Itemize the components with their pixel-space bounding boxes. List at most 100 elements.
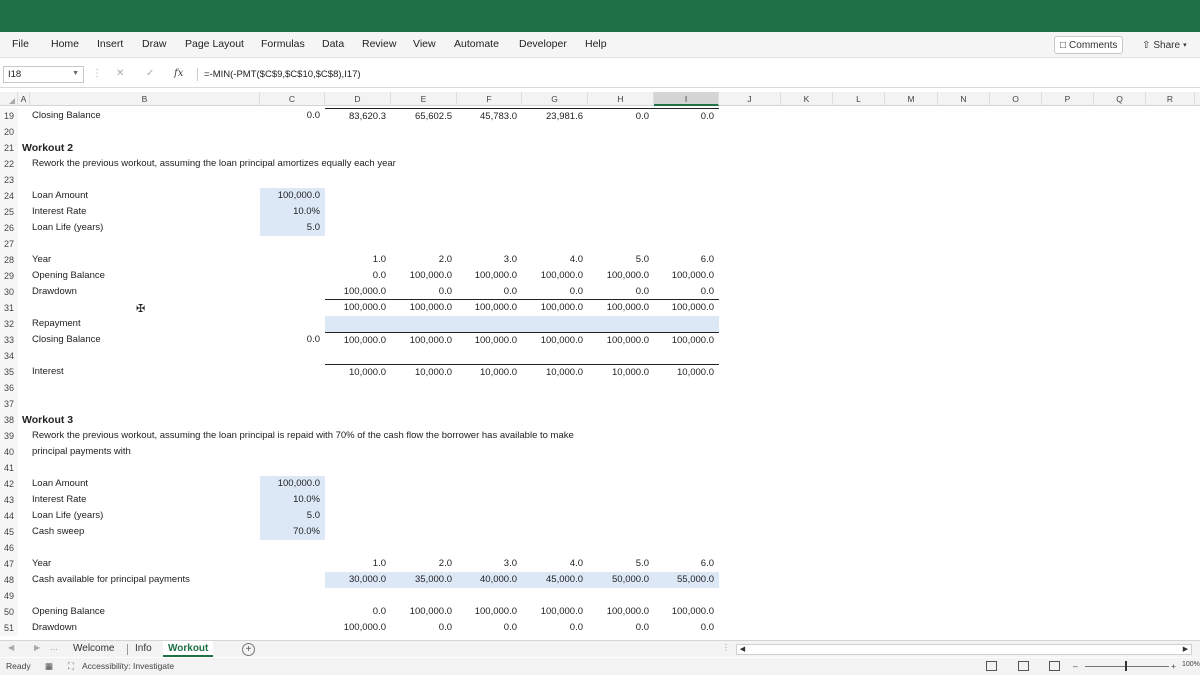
cash-available-cell[interactable]: 40,000.0 — [457, 572, 522, 588]
closing-balance-cell[interactable]: 100,000.0 — [325, 332, 391, 348]
row-header[interactable]: 34 — [0, 348, 18, 364]
closing-balance-g[interactable]: 23,981.6 — [522, 108, 588, 124]
opening-balance-cell[interactable]: 100,000.0 — [522, 268, 588, 284]
more-options-icon[interactable]: ⋮ — [722, 643, 730, 652]
loan-amount-input[interactable]: 100,000.0 — [260, 476, 325, 492]
menu-home[interactable]: Home — [51, 38, 79, 50]
loan-life-input[interactable]: 5.0 — [260, 508, 325, 524]
tab-welcome[interactable]: Welcome — [68, 641, 120, 657]
row-header[interactable]: 41 — [0, 460, 18, 476]
row-header[interactable]: 32 — [0, 316, 18, 332]
prev-sheet-icon[interactable]: ◀ — [8, 643, 14, 652]
interest-cell[interactable]: 10,000.0 — [325, 364, 391, 380]
drawdown-cell[interactable]: 0.0 — [654, 620, 719, 636]
year-cell[interactable]: 2.0 — [391, 252, 457, 268]
loan-life-input[interactable]: 5.0 — [260, 220, 325, 236]
opening-balance-cell[interactable]: 100,000.0 — [522, 604, 588, 620]
zoom-in-icon[interactable]: + — [1171, 661, 1176, 671]
cash-sweep-input[interactable]: 70.0% — [260, 524, 325, 540]
interest-cell[interactable]: 10,000.0 — [588, 364, 654, 380]
row-header[interactable]: 49 — [0, 588, 18, 604]
drawdown-cell[interactable]: 0.0 — [522, 284, 588, 300]
formula-input[interactable]: =-MIN(-PMT($C$9,$C$10,$C$8),I17) — [204, 69, 361, 80]
row-header[interactable]: 48 — [0, 572, 18, 588]
col-header-h[interactable]: H — [588, 92, 654, 106]
col-header-p[interactable]: P — [1042, 92, 1094, 106]
horizontal-scrollbar[interactable]: ◀ ▶ — [736, 644, 1192, 655]
row-header[interactable]: 26 — [0, 220, 18, 236]
cash-available-cell[interactable]: 30,000.0 — [325, 572, 391, 588]
year-cell[interactable]: 6.0 — [654, 556, 719, 572]
row-header[interactable]: 22 — [0, 156, 18, 172]
tab-info[interactable]: Info — [130, 641, 157, 657]
menu-draw[interactable]: Draw — [142, 38, 167, 50]
col-header-g[interactable]: G — [522, 92, 588, 106]
tab-workout[interactable]: Workout — [163, 641, 214, 657]
closing-balance-d[interactable]: 83,620.3 — [325, 108, 391, 124]
row-header[interactable]: 47 — [0, 556, 18, 572]
menu-view[interactable]: View — [413, 38, 436, 50]
year-cell[interactable]: 2.0 — [391, 556, 457, 572]
menu-review[interactable]: Review — [362, 38, 396, 50]
closing-balance-cell[interactable]: 100,000.0 — [457, 332, 522, 348]
row-header[interactable]: 42 — [0, 476, 18, 492]
row-header[interactable]: 36 — [0, 380, 18, 396]
opening-balance-cell[interactable]: 100,000.0 — [654, 604, 719, 620]
drawdown-cell[interactable]: 0.0 — [588, 620, 654, 636]
closing-balance-cell[interactable]: 100,000.0 — [654, 332, 719, 348]
row-header[interactable]: 37 — [0, 396, 18, 412]
year-cell[interactable]: 3.0 — [457, 252, 522, 268]
col-header-o[interactable]: O — [990, 92, 1042, 106]
col-header-d[interactable]: D — [325, 92, 391, 106]
row-header[interactable]: 31 — [0, 300, 18, 316]
zoom-out-icon[interactable]: – — [1073, 661, 1078, 671]
cash-available-cell[interactable]: 55,000.0 — [654, 572, 719, 588]
drawdown-cell[interactable]: 0.0 — [457, 620, 522, 636]
row-header[interactable]: 51 — [0, 620, 18, 636]
page-break-view-icon[interactable] — [1049, 661, 1060, 671]
drawdown-cell[interactable]: 0.0 — [457, 284, 522, 300]
menu-file[interactable]: File — [12, 38, 29, 50]
col-header-q[interactable]: Q — [1094, 92, 1146, 106]
opening-balance-cell[interactable]: 0.0 — [325, 604, 391, 620]
opening-balance-cell[interactable]: 0.0 — [325, 268, 391, 284]
closing-balance-i[interactable]: 0.0 — [654, 108, 719, 124]
row-header[interactable]: 43 — [0, 492, 18, 508]
name-box[interactable]: I18 ▼ — [3, 66, 84, 83]
col-header-c[interactable]: C — [260, 92, 325, 106]
drawdown-cell[interactable]: 100,000.0 — [325, 620, 391, 636]
interest-cell[interactable]: 10,000.0 — [391, 364, 457, 380]
col-header-j[interactable]: J — [719, 92, 781, 106]
menu-developer[interactable]: Developer — [519, 38, 567, 50]
col-header-l[interactable]: L — [833, 92, 885, 106]
opening-balance-cell[interactable]: 100,000.0 — [391, 268, 457, 284]
opening-balance-cell[interactable]: 100,000.0 — [457, 604, 522, 620]
col-header-e[interactable]: E — [391, 92, 457, 106]
zoom-level[interactable]: 100% — [1182, 661, 1200, 668]
opening-balance-cell[interactable]: 100,000.0 — [391, 604, 457, 620]
col-header-r[interactable]: R — [1146, 92, 1195, 106]
year-cell[interactable]: 1.0 — [325, 252, 391, 268]
closing-balance-cell[interactable]: 100,000.0 — [588, 332, 654, 348]
workbook-stats-icon[interactable]: ▦ — [45, 661, 53, 672]
more-options-icon[interactable]: ⋮ — [92, 68, 102, 79]
zoom-slider-thumb[interactable] — [1125, 661, 1127, 671]
menu-help[interactable]: Help — [585, 38, 607, 50]
row-header[interactable]: 44 — [0, 508, 18, 524]
repayment-input-range[interactable] — [325, 316, 719, 332]
row-header[interactable]: 25 — [0, 204, 18, 220]
subtotal-cell[interactable]: 100,000.0 — [588, 300, 654, 316]
row-header[interactable]: 29 — [0, 268, 18, 284]
row-header[interactable]: 19 — [0, 108, 18, 124]
row-header[interactable]: 30 — [0, 284, 18, 300]
col-header-m[interactable]: M — [885, 92, 938, 106]
opening-balance-cell[interactable]: 100,000.0 — [588, 604, 654, 620]
interest-cell[interactable]: 10,000.0 — [522, 364, 588, 380]
enter-icon[interactable]: ✓ — [146, 68, 154, 79]
insert-function-icon[interactable]: fx — [174, 68, 183, 79]
drawdown-cell[interactable]: 0.0 — [588, 284, 654, 300]
add-sheet-button[interactable]: + — [242, 643, 255, 656]
closing-balance-cell[interactable]: 100,000.0 — [391, 332, 457, 348]
col-header-i[interactable]: I — [654, 92, 719, 106]
closing-balance-e[interactable]: 65,602.5 — [391, 108, 457, 124]
